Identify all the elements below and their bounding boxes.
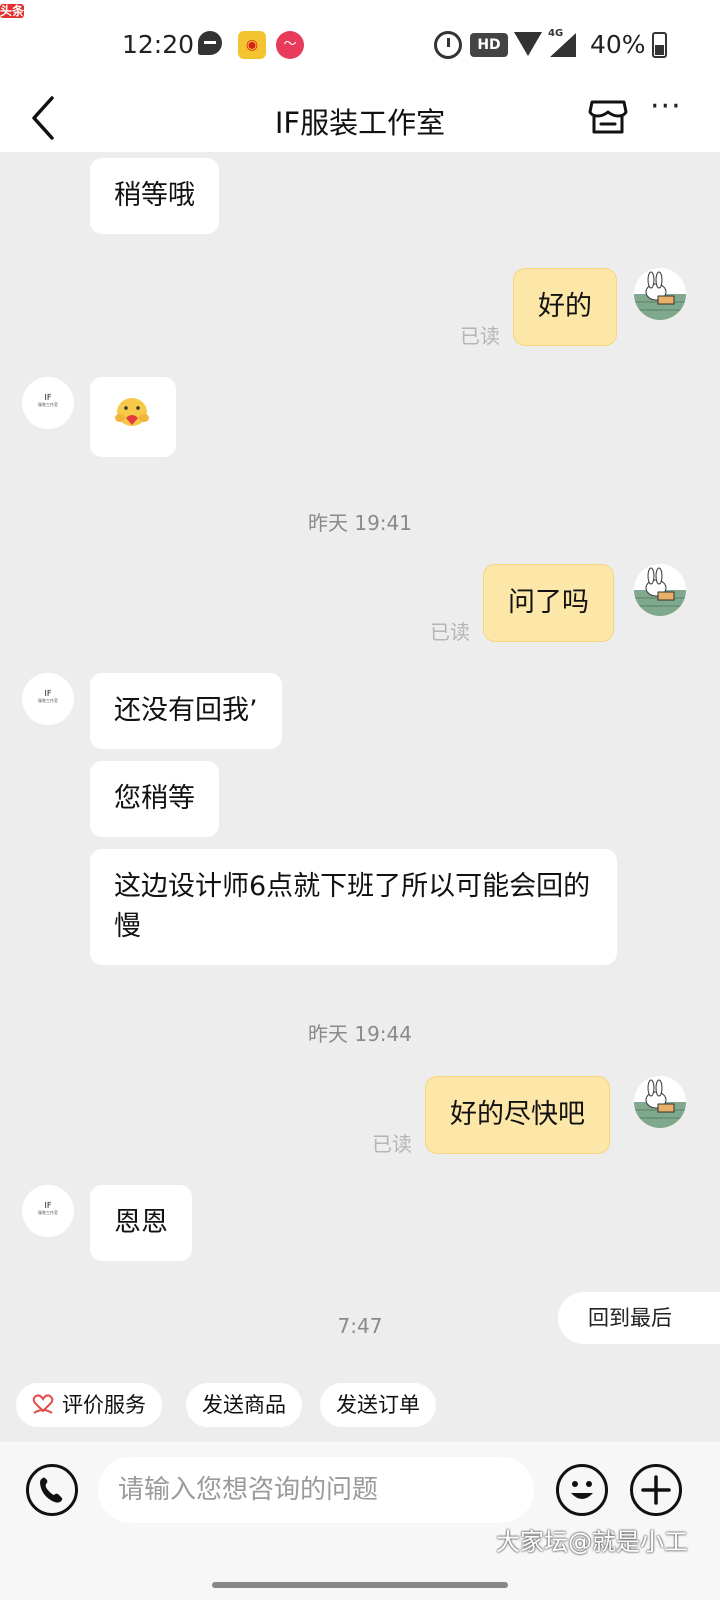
watermark: 大家坛@就是小工 — [496, 1528, 688, 1556]
message-icon — [198, 31, 222, 55]
chat-header: IF服装工作室 ··· — [0, 92, 720, 152]
battery-percent: 40% — [590, 30, 646, 59]
battery-icon — [652, 32, 667, 58]
weibo-icon: ◉ — [238, 31, 266, 59]
chat-messages: 稍等哦 已读 好的 IF 服装工作室 昨天 19:41 已读 问了吗 IF 服装… — [0, 152, 720, 1400]
status-bar: 12:20 ◉ 〜 头条 HD 4G 40% — [0, 0, 720, 92]
message-bubble: 好的尽快吧 — [425, 1076, 610, 1154]
heart-hand-icon — [32, 1394, 54, 1414]
hug-emoji-icon — [115, 398, 149, 426]
shop-avatar-sub: 服装工作室 — [38, 402, 58, 407]
back-to-latest-button[interactable]: 回到最后 — [558, 1292, 720, 1344]
status-time: 12:20 — [122, 30, 195, 59]
shop-avatar[interactable]: IF 服装工作室 — [22, 673, 74, 725]
message-bubble: 问了吗 — [483, 564, 614, 642]
signal-icon — [550, 33, 576, 57]
message-bubble: 好的 — [513, 268, 617, 346]
timestamp: 昨天 19:44 — [308, 1022, 412, 1046]
message-input[interactable] — [98, 1457, 534, 1523]
hd-badge: HD — [470, 33, 508, 57]
read-status: 已读 — [372, 1132, 412, 1156]
read-status: 已读 — [430, 620, 470, 644]
input-bar: 大家坛@就是小工 — [0, 1442, 720, 1600]
emoji-button[interactable] — [556, 1464, 608, 1516]
message-bubble: 恩恩 — [90, 1185, 192, 1261]
bunny-avatar-icon — [634, 567, 686, 616]
message-bubble: 您稍等 — [90, 761, 219, 837]
plus-icon — [641, 1475, 671, 1505]
shop-avatar-logo: IF — [44, 689, 52, 698]
my-avatar[interactable] — [634, 1076, 686, 1128]
message-bubble: 稍等哦 — [90, 158, 219, 234]
my-avatar[interactable] — [634, 564, 686, 616]
phone-button[interactable] — [26, 1464, 78, 1516]
shop-icon[interactable] — [588, 96, 628, 136]
shop-avatar[interactable]: IF 服装工作室 — [22, 377, 74, 429]
bunny-avatar-icon — [634, 1079, 686, 1128]
shop-avatar-logo: IF — [44, 393, 52, 402]
shop-avatar-sub: 服装工作室 — [38, 698, 58, 703]
more-actions-button[interactable] — [630, 1464, 682, 1516]
my-avatar[interactable] — [634, 268, 686, 320]
message-bubble: 这边设计师6点就下班了所以可能会回的慢 — [90, 849, 617, 965]
shop-avatar-sub: 服装工作室 — [38, 1210, 58, 1215]
message-bubble: 还没有回我’ — [90, 673, 282, 749]
home-indicator[interactable] — [212, 1582, 508, 1588]
phone-icon — [40, 1477, 63, 1503]
alarm-icon — [434, 31, 462, 59]
send-product-button[interactable]: 发送商品 — [186, 1383, 302, 1427]
rate-service-button[interactable]: 评价服务 — [16, 1383, 162, 1427]
read-status: 已读 — [460, 324, 500, 348]
timestamp: 昨天 19:41 — [308, 511, 412, 535]
send-order-button[interactable]: 发送订单 — [320, 1383, 436, 1427]
wifi-icon — [514, 32, 542, 56]
rate-service-label: 评价服务 — [62, 1393, 146, 1417]
shop-avatar-logo: IF — [44, 1201, 52, 1210]
toutiao-icon: 头条 — [0, 4, 25, 18]
bunny-avatar-icon — [634, 271, 686, 320]
shop-avatar[interactable]: IF 服装工作室 — [22, 1185, 74, 1237]
more-icon[interactable]: ··· — [650, 92, 686, 128]
app-icon: 〜 — [276, 31, 304, 59]
smile-icon — [571, 1481, 593, 1499]
quick-actions: 评价服务 发送商品 发送订单 — [0, 1383, 720, 1429]
